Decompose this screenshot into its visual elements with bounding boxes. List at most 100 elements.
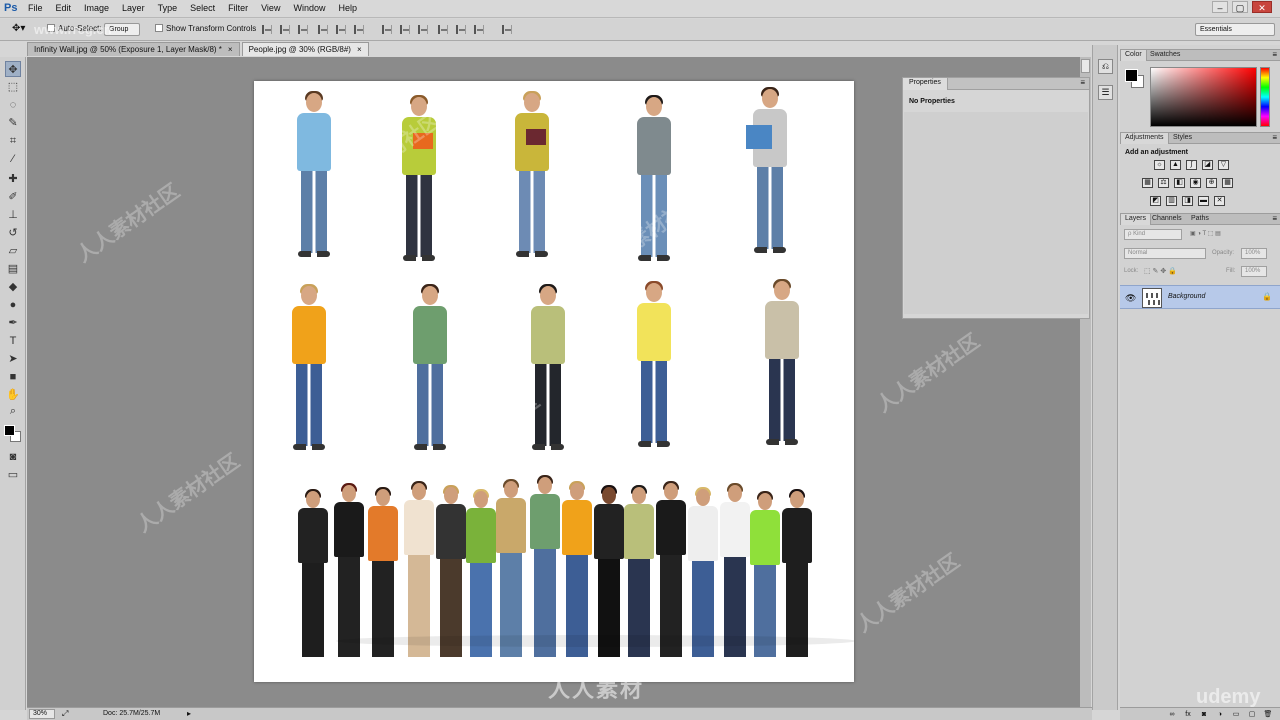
distribute-left-icon[interactable]: [438, 25, 448, 34]
shape-tool-icon[interactable]: ■: [5, 369, 21, 385]
tab-swatches[interactable]: Swatches: [1146, 50, 1184, 61]
tab-properties[interactable]: Properties: [903, 78, 948, 90]
align-bottom-icon[interactable]: [298, 25, 308, 34]
eyedropper-tool-icon[interactable]: ⁄: [5, 151, 21, 167]
pen-tool-icon[interactable]: ✒: [5, 315, 21, 331]
align-top-icon[interactable]: [262, 25, 272, 34]
marquee-tool-icon[interactable]: ⬚: [5, 79, 21, 95]
maximize-button[interactable]: ▢: [1232, 1, 1248, 13]
dodge-tool-icon[interactable]: ●: [5, 297, 21, 313]
auto-align-icon[interactable]: [502, 25, 512, 34]
quick-mask-icon[interactable]: ◙: [5, 449, 21, 465]
brightness-contrast-icon[interactable]: ☼: [1154, 160, 1165, 170]
new-group-icon[interactable]: ▭: [1231, 710, 1241, 719]
layer-name[interactable]: Background: [1168, 293, 1205, 300]
tab-channels[interactable]: Channels: [1148, 214, 1186, 225]
transform-controls-option[interactable]: Show Transform Controls: [155, 24, 256, 33]
foreground-color-swatch[interactable]: [4, 425, 15, 436]
status-menu-arrow-icon[interactable]: ▸: [187, 709, 191, 718]
minimize-button[interactable]: –: [1212, 1, 1228, 13]
threshold-icon[interactable]: ◨: [1182, 196, 1193, 206]
fill-field[interactable]: 100%: [1241, 266, 1267, 277]
export-icon[interactable]: ⤢: [62, 709, 68, 719]
color-lookup-icon[interactable]: ▦: [1222, 178, 1233, 188]
lock-options-icons[interactable]: ⬚ ✎ ✥ 🔒: [1144, 267, 1177, 275]
panel-menu-icon[interactable]: ≡: [1272, 214, 1277, 223]
tab-layers[interactable]: Layers: [1120, 214, 1152, 225]
tab-people[interactable]: People.jpg @ 30% (RGB/8#) ×: [241, 42, 369, 56]
tab-paths[interactable]: Paths: [1187, 214, 1213, 225]
align-vcenter-icon[interactable]: [280, 25, 290, 34]
invert-icon[interactable]: ◩: [1150, 196, 1161, 206]
hand-tool-icon[interactable]: ✋: [5, 387, 21, 403]
layer-filter-icons[interactable]: ▣ ◑ T ⬚ ▤: [1190, 230, 1221, 237]
menu-file[interactable]: File: [28, 3, 43, 13]
layer-filter-kind[interactable]: ρ Kind: [1124, 229, 1182, 240]
photo-filter-icon[interactable]: ◉: [1190, 178, 1201, 188]
panel-menu-icon[interactable]: ≡: [1080, 78, 1085, 87]
panel-menu-icon[interactable]: ≡: [1272, 50, 1277, 59]
lasso-tool-icon[interactable]: ◌: [5, 97, 21, 113]
close-tab-icon[interactable]: ×: [357, 45, 362, 54]
posterize-icon[interactable]: ▥: [1166, 196, 1177, 206]
layer-row-background[interactable]: 👁 Background 🔒: [1120, 285, 1280, 309]
menu-view[interactable]: View: [261, 3, 280, 13]
opacity-field[interactable]: 100%: [1241, 248, 1267, 259]
add-mask-icon[interactable]: ◙: [1199, 710, 1209, 719]
menu-image[interactable]: Image: [84, 3, 109, 13]
menu-filter[interactable]: Filter: [228, 3, 248, 13]
align-hcenter-icon[interactable]: [336, 25, 346, 34]
new-layer-icon[interactable]: ▢: [1247, 710, 1257, 719]
color-picker-field[interactable]: [1150, 67, 1257, 127]
healing-brush-tool-icon[interactable]: ✚: [5, 171, 21, 187]
type-tool-icon[interactable]: T: [5, 333, 21, 349]
transform-controls-checkbox[interactable]: [155, 24, 163, 32]
foreground-color-swatch[interactable]: [1125, 69, 1138, 82]
delete-layer-icon[interactable]: 🗑: [1263, 710, 1273, 719]
history-panel-icon[interactable]: ⎌: [1098, 59, 1113, 74]
tab-adjustments[interactable]: Adjustments: [1120, 133, 1169, 144]
layer-style-icon[interactable]: fx: [1183, 710, 1193, 719]
distribute-right-icon[interactable]: [474, 25, 484, 34]
scrollbar-thumb[interactable]: [1081, 59, 1090, 73]
history-brush-tool-icon[interactable]: ↺: [5, 225, 21, 241]
blend-mode-dropdown[interactable]: Normal: [1124, 248, 1206, 259]
quick-select-tool-icon[interactable]: ✎: [5, 115, 21, 131]
black-white-icon[interactable]: ◧: [1174, 178, 1185, 188]
move-tool-icon[interactable]: ✥: [5, 61, 21, 77]
exposure-icon[interactable]: ◪: [1202, 160, 1213, 170]
gradient-tool-icon[interactable]: ▤: [5, 261, 21, 277]
gradient-map-icon[interactable]: ▬: [1198, 196, 1209, 206]
menu-layer[interactable]: Layer: [122, 3, 145, 13]
menu-help[interactable]: Help: [338, 3, 357, 13]
levels-icon[interactable]: ▲: [1170, 160, 1181, 170]
hue-saturation-icon[interactable]: ▦: [1142, 178, 1153, 188]
workspace-switcher[interactable]: Essentials: [1195, 23, 1275, 36]
panel-menu-icon[interactable]: ≡: [1272, 133, 1277, 142]
clone-stamp-tool-icon[interactable]: ⊥: [5, 207, 21, 223]
close-tab-icon[interactable]: ×: [228, 45, 233, 54]
move-tool-preset-icon[interactable]: ✥▾: [12, 23, 25, 34]
align-right-icon[interactable]: [354, 25, 364, 34]
new-adjustment-icon[interactable]: ◑: [1215, 710, 1225, 719]
align-left-icon[interactable]: [318, 25, 328, 34]
crop-tool-icon[interactable]: ⌗: [5, 133, 21, 149]
hue-slider[interactable]: [1260, 67, 1270, 127]
screen-mode-icon[interactable]: ▭: [5, 467, 21, 483]
eye-icon[interactable]: 👁: [1125, 293, 1136, 304]
menu-window[interactable]: Window: [293, 3, 325, 13]
distribute-vcenter-icon[interactable]: [400, 25, 410, 34]
path-selection-tool-icon[interactable]: ➤: [5, 351, 21, 367]
eraser-tool-icon[interactable]: ▱: [5, 243, 21, 259]
tab-styles[interactable]: Styles: [1169, 133, 1196, 144]
distribute-hcenter-icon[interactable]: [456, 25, 466, 34]
menu-edit[interactable]: Edit: [56, 3, 72, 13]
zoom-tool-icon[interactable]: ⌕: [5, 403, 21, 419]
brush-tool-icon[interactable]: ✐: [5, 189, 21, 205]
color-balance-icon[interactable]: ⚖: [1158, 178, 1169, 188]
blur-tool-icon[interactable]: ◆: [5, 279, 21, 295]
lock-icon[interactable]: 🔒: [1262, 292, 1272, 301]
tab-color[interactable]: Color: [1120, 50, 1147, 61]
properties-panel-icon[interactable]: ☰: [1098, 85, 1113, 100]
selective-color-icon[interactable]: ✕: [1214, 196, 1225, 206]
